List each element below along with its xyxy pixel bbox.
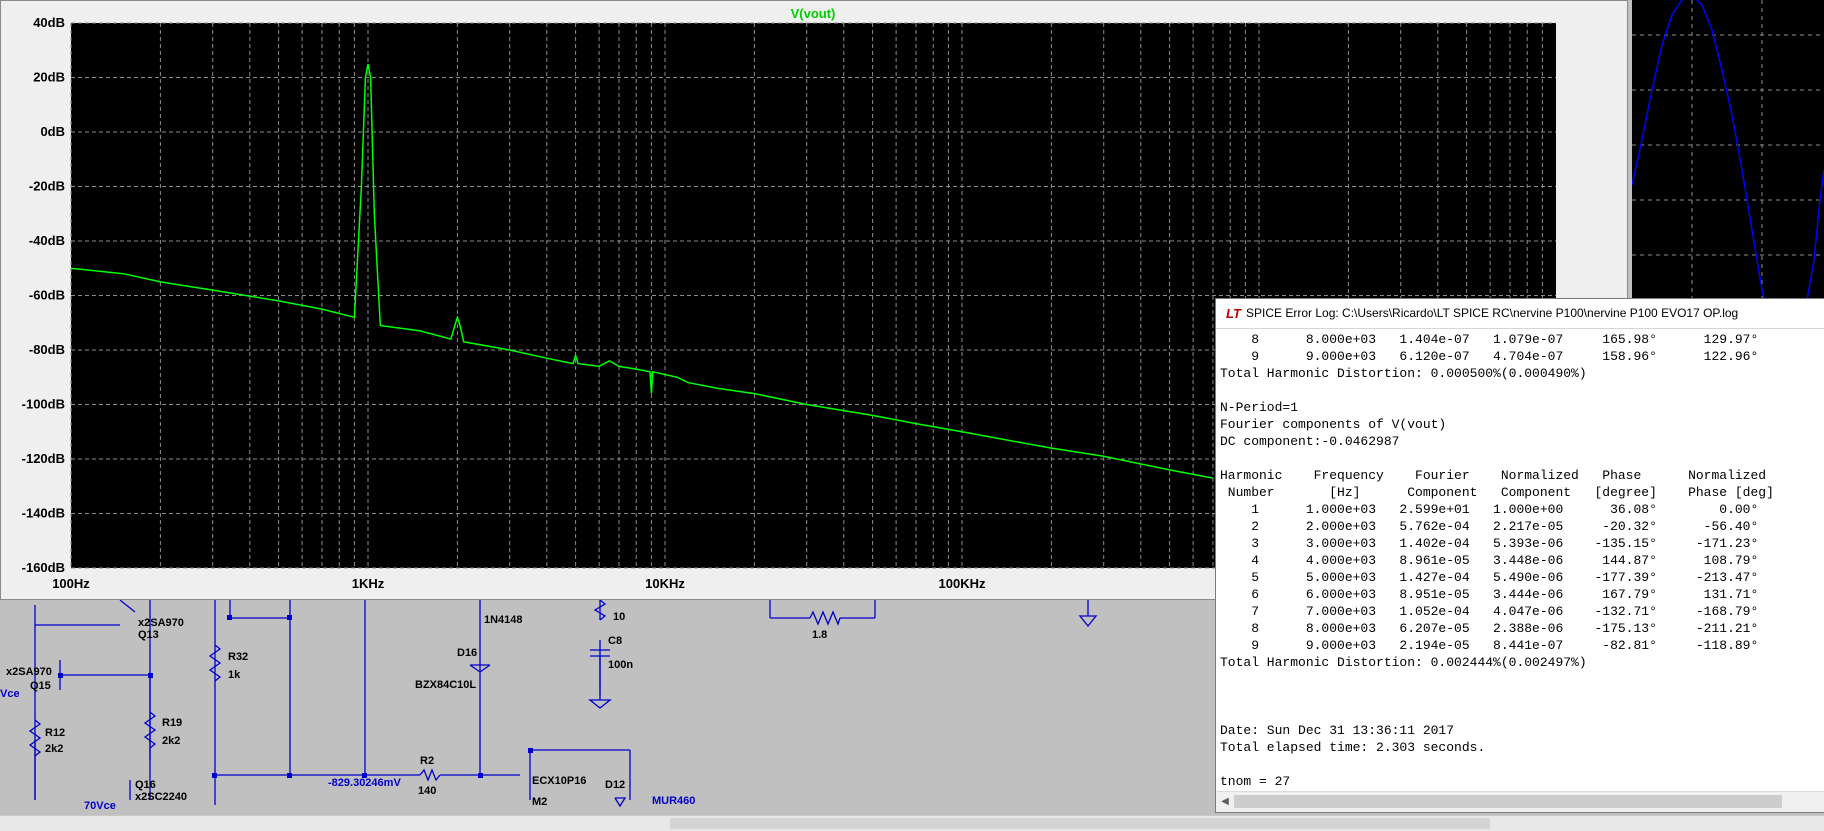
y-tick-label: -140dB [22, 506, 65, 521]
x-axis-ticks: 100Hz1KHz10KHz100KHz1 [52, 576, 1262, 591]
label-r32-val: 1k [228, 669, 241, 681]
label-q16-type: x2SC2240 [135, 791, 187, 803]
label-q13-type: x2SA970 [138, 617, 184, 629]
label-70vce: 70Vce [84, 800, 116, 812]
schematic-horizontal-scrollbar[interactable] [0, 815, 1824, 831]
trace-title[interactable]: V(vout) [791, 6, 836, 21]
label-r-10: 10 [613, 611, 625, 623]
label-d16-ref: D16 [457, 647, 477, 659]
transient-waveform-right [1806, 169, 1824, 300]
y-tick-label: 40dB [33, 15, 65, 30]
label-vce: Vce [0, 688, 20, 700]
y-tick-label: -80dB [29, 342, 65, 357]
label-r19-ref: R19 [162, 717, 182, 729]
label-d16-type: BZX84C10L [415, 679, 476, 691]
y-tick-label: 0dB [40, 124, 65, 139]
label-mur460: MUR460 [652, 795, 695, 807]
x-tick-label: 1KHz [352, 576, 385, 591]
y-tick-label: -100dB [22, 397, 65, 412]
label-r12-val: 2k2 [45, 743, 63, 755]
ltspice-logo-icon: LT [1226, 306, 1241, 321]
label-r19-val: 2k2 [162, 735, 180, 747]
y-axis-ticks: 40dB 20dB 0dB -20dB -40dB -60dB -80dB -100dB -12… [22, 15, 65, 575]
label-r2-val: 140 [418, 785, 436, 797]
y-tick-label: 20dB [33, 70, 65, 85]
log-horizontal-scrollbar[interactable]: ◀ [1216, 791, 1824, 812]
y-tick-label: -160dB [22, 560, 65, 575]
x-tick-label: 100KHz [939, 576, 986, 591]
label-q15-type: x2SA970 [6, 666, 52, 678]
label-q15-ref: Q15 [30, 680, 51, 692]
label-m2: M2 [532, 796, 547, 808]
log-content[interactable]: 8 8.000e+03 1.404e-07 1.079e-07 165.98° … [1216, 331, 1824, 791]
log-title-bar[interactable]: LT SPICE Error Log: C:\Users\Ricardo\LT … [1216, 299, 1824, 329]
label-r22-val: 1.8 [812, 629, 827, 641]
transient-plot-pane[interactable] [1632, 0, 1824, 300]
label-voltage-readout: -829.30246mV [328, 777, 401, 789]
x-tick-label: 10KHz [645, 576, 685, 591]
label-c8-val: 100n [608, 659, 633, 671]
y-tick-label: -60dB [29, 288, 65, 303]
y-tick-label: -120dB [22, 451, 65, 466]
schematic-labels: x2SA970 Q13 x2SA970 Q15 R12 2k2 R19 2k2 … [0, 611, 827, 812]
y-tick-label: -40dB [29, 233, 65, 248]
log-title-text: SPICE Error Log: C:\Users\Ricardo\LT SPI… [1246, 306, 1739, 320]
schematic-scroll-thumb[interactable] [670, 818, 1490, 829]
label-ecx: ECX10P16 [532, 775, 586, 787]
x-tick-label: 100Hz [52, 576, 90, 591]
label-d12: D12 [605, 779, 625, 791]
label-r2-ref: R2 [420, 755, 434, 767]
label-c8-ref: C8 [608, 635, 622, 647]
transient-grid [1632, 0, 1824, 300]
label-r32-ref: R32 [228, 651, 248, 663]
label-r12-ref: R12 [45, 727, 65, 739]
scroll-left-arrow-icon[interactable]: ◀ [1216, 792, 1234, 812]
label-1n4148: 1N4148 [484, 614, 523, 626]
schematic-dots [58, 615, 533, 778]
spice-error-log-window[interactable]: LT SPICE Error Log: C:\Users\Ricardo\LT … [1215, 298, 1824, 813]
log-text[interactable]: 8 8.000e+03 1.404e-07 1.079e-07 165.98° … [1216, 331, 1824, 790]
log-scroll-thumb[interactable] [1234, 795, 1782, 808]
y-tick-label: -20dB [29, 179, 65, 194]
label-q13-ref: Q13 [138, 629, 159, 641]
label-q16-ref: Q16 [135, 779, 156, 791]
